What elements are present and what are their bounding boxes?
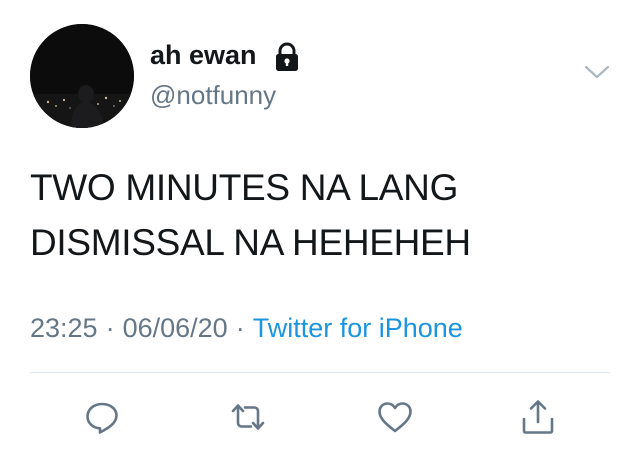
avatar[interactable] — [30, 24, 134, 128]
retweet-icon — [231, 404, 265, 430]
heart-icon — [378, 402, 412, 433]
tweet-text-line: DISMISSAL NA HEHEHEH — [30, 222, 471, 263]
tweet-date[interactable]: 06/06/20 — [123, 313, 228, 343]
tweet-time[interactable]: 23:25 — [30, 313, 98, 343]
tweet-meta: 23:25 · 06/06/20 · Twitter for iPhone — [30, 313, 463, 344]
avatar-image — [30, 24, 134, 128]
tweet-source-link[interactable]: Twitter for iPhone — [253, 313, 463, 343]
reply-icon — [86, 402, 118, 434]
like-button[interactable] — [375, 397, 415, 437]
user-handle[interactable]: @notfunny — [150, 80, 276, 111]
lock-icon — [276, 42, 298, 71]
tweet-text-line: TWO MINUTES NA LANG — [30, 167, 459, 208]
divider — [30, 372, 610, 373]
meta-separator: · — [235, 313, 245, 343]
reply-button[interactable] — [82, 397, 122, 437]
chevron-down-icon[interactable] — [583, 62, 611, 82]
display-name[interactable]: ah ewan — [150, 40, 257, 71]
meta-separator: · — [105, 313, 115, 343]
share-button[interactable] — [518, 397, 558, 437]
tweet-text: TWO MINUTES NA LANG DISMISSAL NA HEHEHEH — [30, 160, 610, 270]
tweet-card: ah ewan @notfunny TWO MINUTES NA LANG DI… — [0, 0, 640, 461]
retweet-button[interactable] — [228, 397, 268, 437]
share-icon — [522, 400, 554, 434]
